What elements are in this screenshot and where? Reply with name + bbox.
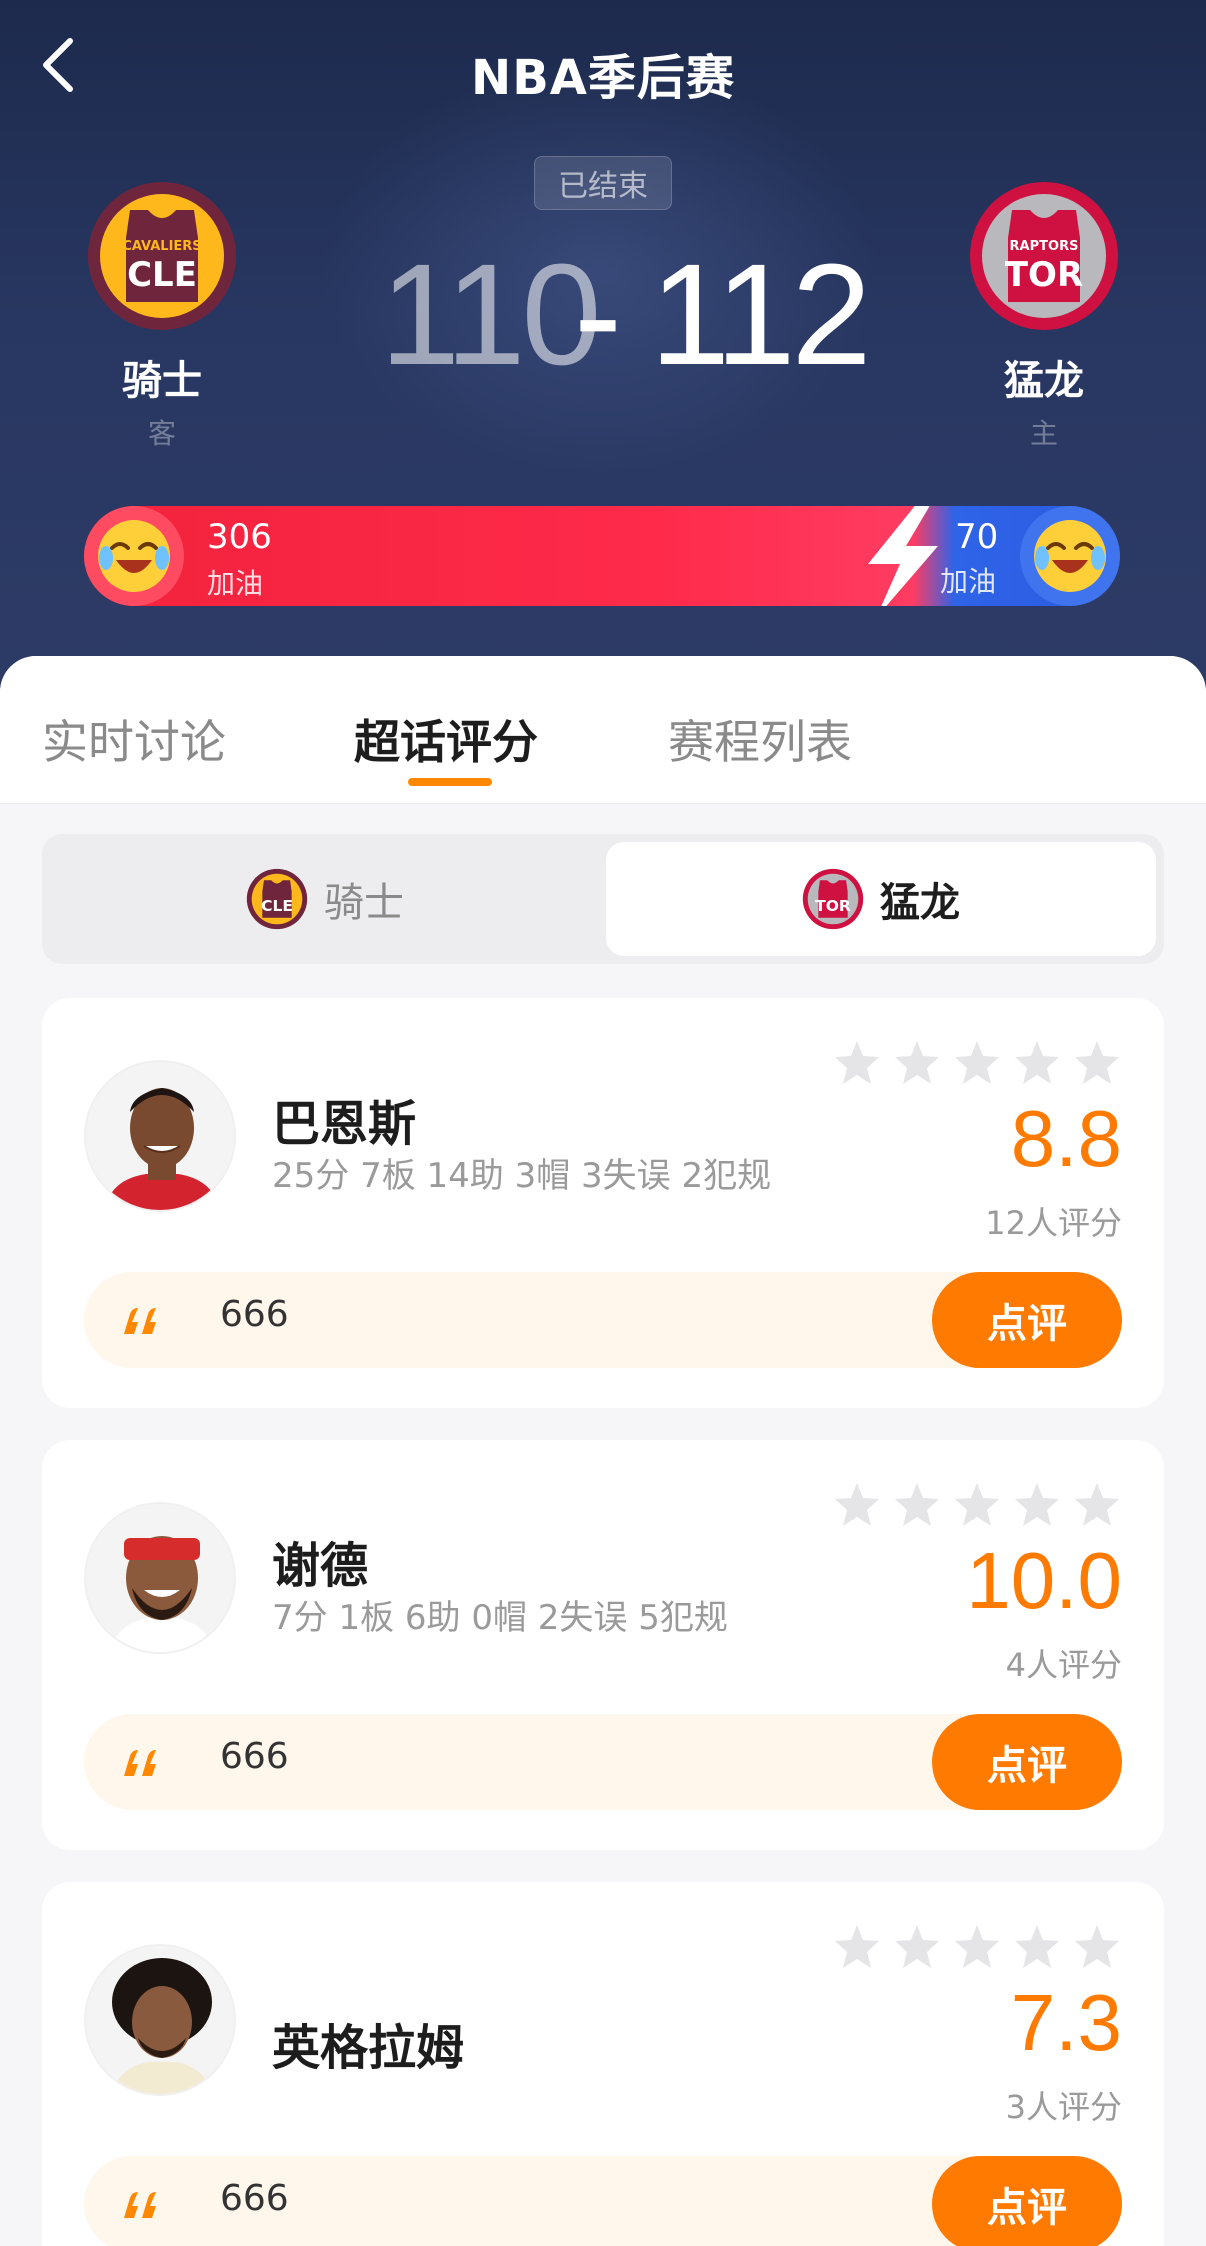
player-rating: 8.8: [1010, 1094, 1122, 1183]
team-switch-away[interactable]: CLE 骑士: [50, 842, 600, 956]
page-title: NBA季后赛: [471, 50, 735, 106]
team-switch-home-label: 猛龙: [880, 880, 960, 926]
player-stats: 7分 1板 6助 0帽 2失误 5犯规: [272, 1598, 728, 1638]
star-icon[interactable]: [892, 1480, 942, 1530]
away-score: 110: [380, 234, 602, 395]
away-cheer-label: 加油: [207, 567, 264, 600]
player-rating: 7.3: [1010, 1978, 1122, 2067]
player-name: 谢德: [272, 1538, 369, 1594]
away-team[interactable]: CAVALIERS CLE 骑士 客: [62, 180, 262, 452]
player-stats: 25分 7板 14助 3帽 3失误 2犯规: [272, 1156, 772, 1196]
player-photo-icon: [86, 1504, 234, 1652]
cavaliers-logo-icon: CAVALIERS CLE: [88, 182, 236, 330]
game-header: NBA季后赛 已结束 110 - 112 CAVALIERS CLE 骑士 客 …: [0, 0, 1206, 700]
tab-live-discussion[interactable]: 实时讨论: [42, 706, 226, 772]
quote-icon: [124, 1308, 156, 1334]
star-icon[interactable]: [952, 1038, 1002, 1088]
star-icon[interactable]: [1072, 1038, 1122, 1088]
active-tab-indicator: [408, 778, 492, 786]
player-photo-icon: [86, 1062, 234, 1210]
star-icon[interactable]: [1072, 1922, 1122, 1972]
player-avatar: [84, 1502, 236, 1654]
raptors-logo-icon: RAPTORS TOR: [970, 182, 1118, 330]
player-card[interactable]: 谢德 7分 1板 6助 0帽 2失误 5犯规 10.0 4人评分 666 点评: [42, 1440, 1164, 1850]
player-avatar: [84, 1060, 236, 1212]
away-team-name: 骑士: [122, 358, 202, 404]
svg-text:TOR: TOR: [1005, 255, 1083, 295]
star-icon[interactable]: [952, 1480, 1002, 1530]
svg-text:CAVALIERS: CAVALIERS: [122, 239, 201, 254]
quote-icon: [124, 1750, 156, 1776]
away-team-role: 客: [147, 417, 176, 450]
home-score: 112: [650, 234, 872, 395]
tab-player-ratings[interactable]: 超话评分: [354, 706, 538, 772]
cavaliers-logo-icon: CLE: [246, 868, 308, 930]
cheer-away-button[interactable]: [84, 506, 184, 606]
review-button[interactable]: 点评: [932, 1714, 1122, 1810]
team-switch: CLE 骑士 TOR 猛龙: [42, 834, 1164, 964]
svg-text:TOR: TOR: [815, 897, 851, 915]
top-comment[interactable]: 666 点评: [84, 2156, 1122, 2246]
player-name: 巴恩斯: [272, 1096, 417, 1152]
star-rating[interactable]: [832, 1480, 1122, 1530]
star-rating[interactable]: [832, 1038, 1122, 1088]
team-switch-home[interactable]: TOR 猛龙: [606, 842, 1156, 956]
laughing-face-icon: [98, 520, 170, 592]
player-rating: 10.0: [966, 1536, 1122, 1625]
svg-text:CLE: CLE: [127, 255, 197, 295]
player-name: 英格拉姆: [272, 2020, 465, 2076]
game-status-badge: 已结束: [534, 156, 672, 210]
score-separator: -: [574, 234, 622, 395]
star-icon[interactable]: [832, 1922, 882, 1972]
top-comment[interactable]: 666 点评: [84, 1714, 1122, 1810]
comment-text: 666: [220, 2178, 289, 2219]
team-switch-away-label: 骑士: [324, 880, 404, 926]
top-comment[interactable]: 666 点评: [84, 1272, 1122, 1368]
star-icon[interactable]: [1012, 1922, 1062, 1972]
star-rating[interactable]: [832, 1922, 1122, 1972]
tab-schedule[interactable]: 赛程列表: [668, 706, 852, 772]
home-team-role: 主: [1029, 417, 1058, 450]
star-icon[interactable]: [892, 1922, 942, 1972]
star-icon[interactable]: [1012, 1480, 1062, 1530]
quote-icon: [124, 2192, 156, 2218]
rating-count: 3人评分: [1005, 2088, 1122, 2126]
svg-text:RAPTORS: RAPTORS: [1010, 239, 1079, 254]
comment-text: 666: [220, 1736, 289, 1777]
away-cheer-count: 306: [207, 517, 272, 557]
star-icon[interactable]: [832, 1038, 882, 1088]
laughing-face-icon: [1034, 520, 1106, 592]
star-icon[interactable]: [832, 1480, 882, 1530]
cheer-home-button[interactable]: [1020, 506, 1120, 606]
player-card[interactable]: 英格拉姆 7.3 3人评分 666 点评: [42, 1882, 1164, 2246]
star-icon[interactable]: [1012, 1038, 1062, 1088]
review-button[interactable]: 点评: [932, 1272, 1122, 1368]
player-card[interactable]: 巴恩斯 25分 7板 14助 3帽 3失误 2犯规 8.8 12人评分 666 …: [42, 998, 1164, 1408]
comment-text: 666: [220, 1294, 289, 1335]
player-avatar: [84, 1944, 236, 2096]
home-team-name: 猛龙: [1004, 358, 1084, 404]
star-icon[interactable]: [952, 1922, 1002, 1972]
rating-count: 4人评分: [1005, 1646, 1122, 1684]
tab-bar: 实时讨论 超话评分 赛程列表: [0, 656, 1206, 804]
review-button[interactable]: 点评: [932, 2156, 1122, 2246]
raptors-logo-icon: TOR: [802, 868, 864, 930]
star-icon[interactable]: [1072, 1480, 1122, 1530]
star-icon[interactable]: [892, 1038, 942, 1088]
home-cheer-label: 加油: [940, 565, 997, 598]
player-photo-icon: [86, 1946, 234, 2094]
rating-count: 12人评分: [985, 1204, 1122, 1242]
home-team[interactable]: RAPTORS TOR 猛龙 主: [944, 180, 1144, 452]
home-cheer-count: 70: [955, 517, 999, 557]
svg-text:CLE: CLE: [261, 897, 293, 915]
